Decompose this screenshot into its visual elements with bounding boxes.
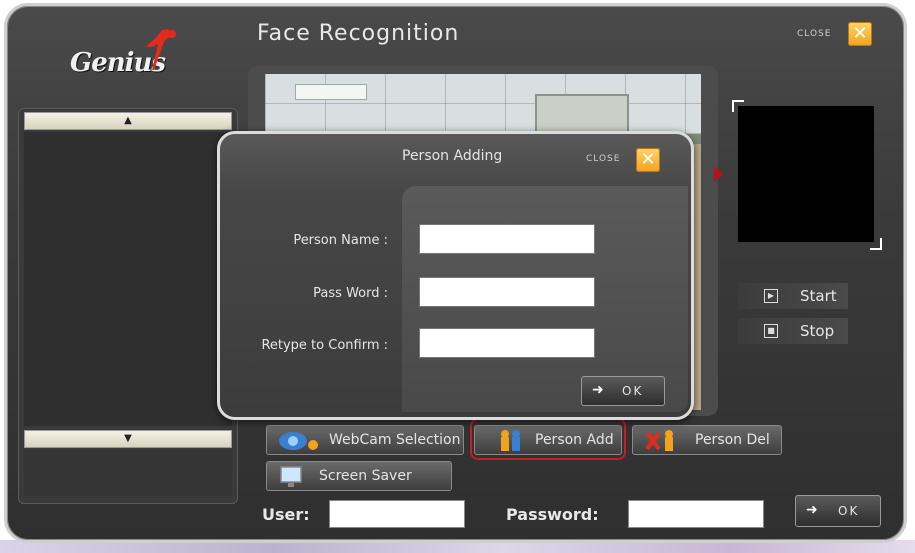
webcam-selection-button[interactable]: WebCam Selection bbox=[266, 425, 464, 455]
person-del-label: Person Del bbox=[695, 432, 770, 448]
dialog-ok-label: OK bbox=[622, 384, 644, 398]
play-icon: ▶ bbox=[764, 289, 778, 303]
stop-icon: ■ bbox=[764, 324, 778, 338]
list-footer bbox=[24, 450, 232, 496]
screen-saver-label: Screen Saver bbox=[319, 468, 412, 484]
start-button[interactable]: ▶ Start bbox=[738, 283, 848, 309]
login-ok-label: OK bbox=[838, 504, 860, 518]
webcam-icon bbox=[279, 432, 318, 450]
scroll-up-button[interactable]: ▲ bbox=[24, 112, 232, 130]
window-close-text[interactable]: CLOSE bbox=[797, 29, 831, 39]
person-adding-dialog: Person Adding CLOSE ✕ Person Name : Pass… bbox=[217, 131, 694, 420]
logo-swoosh-icon bbox=[146, 29, 176, 70]
user-label: User: bbox=[262, 505, 310, 524]
retype-confirm-input[interactable] bbox=[419, 328, 595, 358]
retype-confirm-label: Retype to Confirm : bbox=[261, 338, 388, 353]
dialog-close-text[interactable]: CLOSE bbox=[586, 154, 620, 164]
password-field-input[interactable] bbox=[419, 277, 595, 307]
password-label: Password: bbox=[506, 505, 599, 524]
arrow-right-icon: ➜ bbox=[592, 382, 606, 398]
window-close-icon[interactable]: ✕ bbox=[848, 22, 872, 46]
stop-label: Stop bbox=[800, 322, 835, 340]
scroll-down-button[interactable]: ▼ bbox=[24, 430, 232, 448]
arrow-right-icon: ➜ bbox=[806, 502, 820, 518]
person-list[interactable] bbox=[24, 132, 232, 426]
selection-highlight bbox=[470, 418, 626, 460]
stop-button[interactable]: ■ Stop bbox=[738, 318, 848, 344]
person-name-input[interactable] bbox=[419, 224, 595, 254]
password-input[interactable] bbox=[628, 500, 764, 528]
person-del-button[interactable]: Person Del bbox=[632, 425, 782, 455]
start-label: Start bbox=[800, 287, 837, 305]
monitor-icon bbox=[280, 466, 302, 487]
capture-arrow-icon bbox=[714, 166, 723, 182]
webcam-selection-label: WebCam Selection bbox=[329, 432, 461, 448]
screen-saver-button[interactable]: Screen Saver bbox=[266, 461, 452, 491]
dialog-title: Person Adding bbox=[402, 148, 503, 164]
user-input[interactable] bbox=[329, 500, 465, 528]
login-ok-button[interactable]: ➜ OK bbox=[795, 495, 881, 527]
person-name-label: Person Name : bbox=[293, 233, 388, 248]
dialog-ok-button[interactable]: ➜ OK bbox=[581, 376, 665, 406]
dialog-close-icon[interactable]: ✕ bbox=[636, 148, 660, 172]
app-title: Face Recognition bbox=[257, 21, 460, 46]
password-field-label: Pass Word : bbox=[313, 286, 388, 301]
face-preview bbox=[738, 106, 874, 242]
person-delete-icon bbox=[645, 430, 673, 451]
preview-corner bbox=[870, 238, 882, 250]
